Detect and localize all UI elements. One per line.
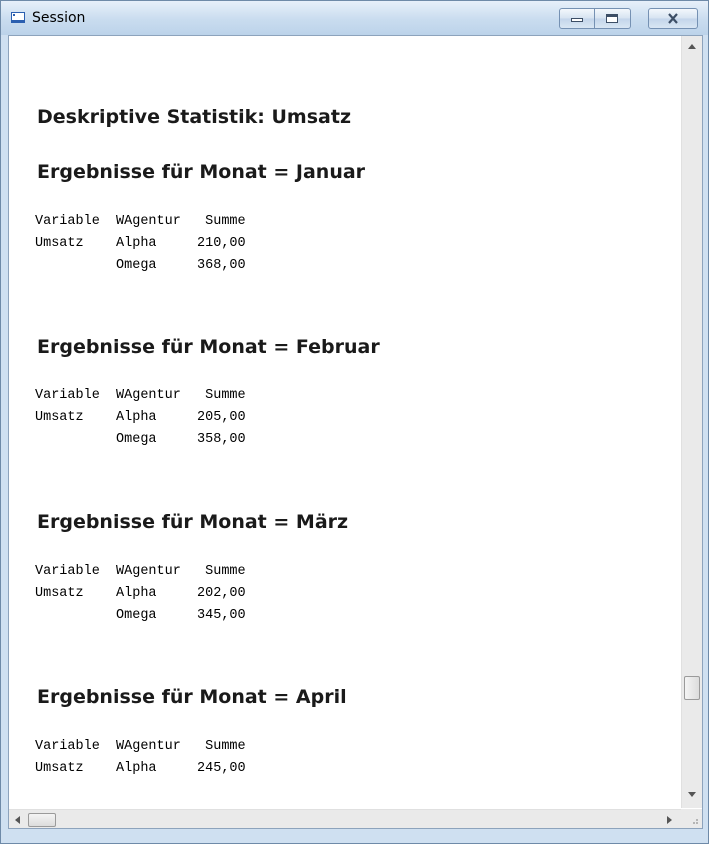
horizontal-scrollbar[interactable] [9,809,681,828]
resize-grip[interactable] [681,809,702,828]
section-heading: Ergebnisse für Monat = Januar [37,161,366,183]
maximize-icon [606,14,618,23]
table-row: Omega 345,00 [35,608,246,623]
table-header-row: Variable WAgentur Summe [35,388,246,403]
report-title: Deskriptive Statistik: Umsatz [37,106,352,128]
table-row: Umsatz Alpha 202,00 [35,586,246,601]
resize-grip-icon [693,819,698,824]
table-row: Umsatz Alpha 210,00 [35,236,246,251]
output-content: Deskriptive Statistik: Umsatz Ergebnisse… [9,36,680,808]
table-row: Omega 358,00 [35,432,246,447]
maximize-button[interactable] [595,8,631,29]
section-heading: Ergebnisse für Monat = April [37,686,347,708]
close-icon [668,13,678,24]
window-title: Session [32,10,86,26]
table-header-row: Variable WAgentur Summe [35,214,246,229]
session-window: Session Deskriptive Statistik: Umsatz Er… [0,0,709,844]
scroll-left-icon[interactable] [15,816,20,824]
vertical-scrollbar[interactable] [681,36,702,808]
scroll-up-icon[interactable] [688,44,696,49]
scroll-down-icon[interactable] [688,792,696,797]
minimize-icon [571,18,583,22]
table-row: Omega 368,00 [35,258,246,273]
vertical-scroll-thumb[interactable] [684,676,700,700]
section-heading: Ergebnisse für Monat = März [37,511,349,533]
minimize-button[interactable] [559,8,595,29]
title-bar[interactable]: Session [1,1,708,35]
table-row: Umsatz Alpha 205,00 [35,410,246,425]
session-output-pane[interactable]: Deskriptive Statistik: Umsatz Ergebnisse… [8,35,703,829]
session-window-icon [11,12,25,23]
horizontal-scroll-thumb[interactable] [28,813,56,827]
table-row: Umsatz Alpha 245,00 [35,761,246,776]
table-header-row: Variable WAgentur Summe [35,564,246,579]
table-header-row: Variable WAgentur Summe [35,739,246,754]
scroll-right-icon[interactable] [667,816,672,824]
section-heading: Ergebnisse für Monat = Februar [37,336,380,358]
close-button[interactable] [648,8,698,29]
